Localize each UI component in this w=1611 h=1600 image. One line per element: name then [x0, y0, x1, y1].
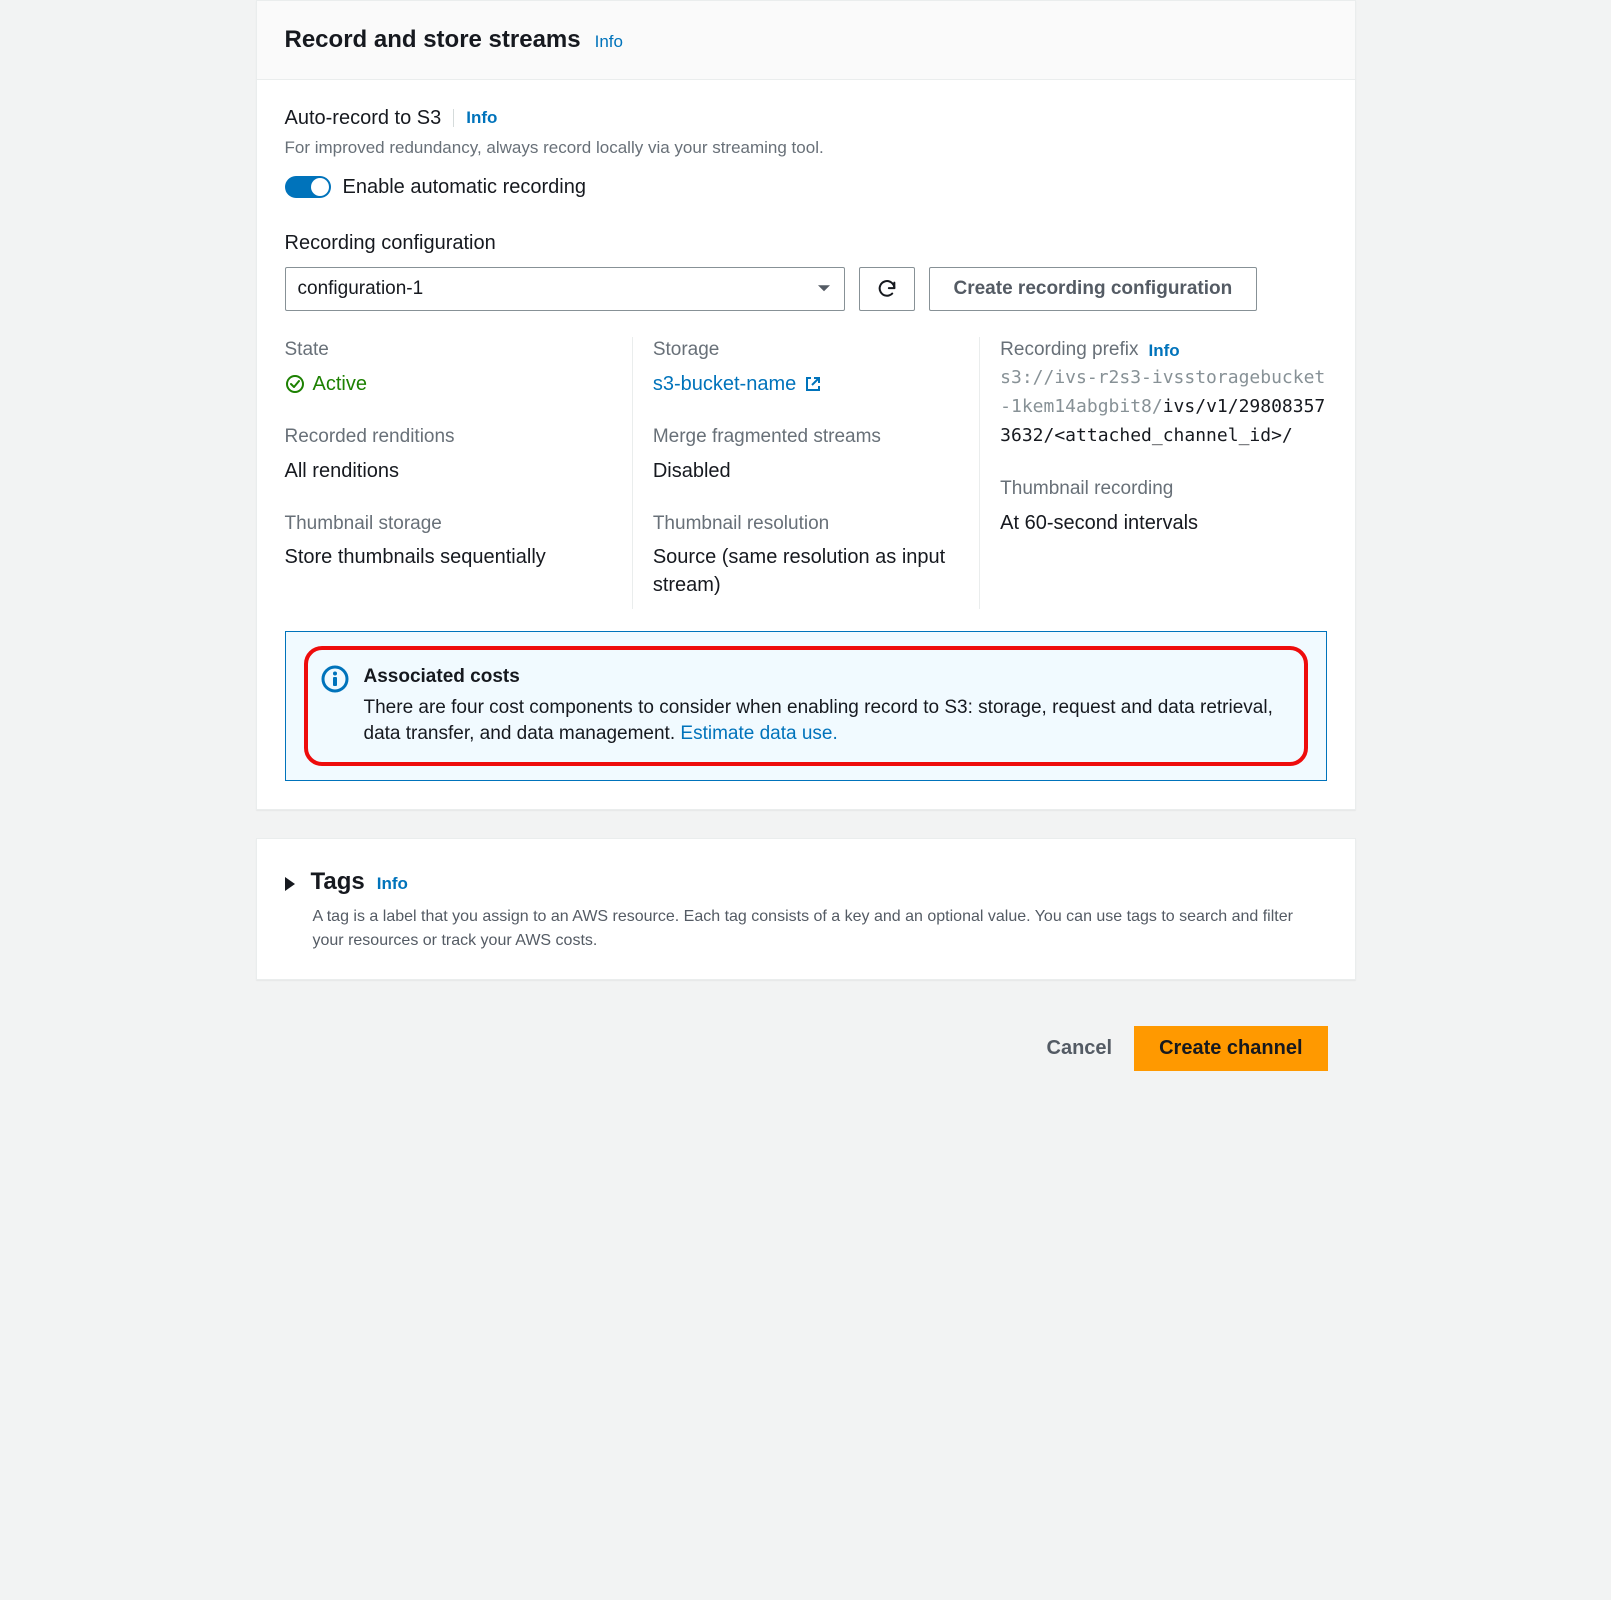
external-link-icon [804, 375, 822, 393]
prefix-info-link[interactable]: Info [1149, 339, 1180, 363]
record-streams-panel: Record and store streams Info Auto-recor… [256, 0, 1356, 810]
enable-recording-toggle-label: Enable automatic recording [343, 173, 586, 201]
tags-panel: Tags Info A tag is a label that you assi… [256, 838, 1356, 980]
auto-record-description: For improved redundancy, always record l… [285, 136, 1327, 160]
page-footer: Cancel Create channel [256, 1008, 1356, 1075]
panel-info-link[interactable]: Info [595, 30, 623, 54]
info-box-title: Associated costs [364, 664, 1290, 691]
enable-recording-toggle[interactable] [285, 176, 331, 198]
refresh-icon [876, 278, 898, 300]
thumb-storage-value: Store thumbnails sequentially [285, 543, 612, 571]
tags-title: Tags [311, 865, 365, 899]
recording-config-select[interactable]: configuration-1 [285, 267, 845, 311]
thumb-res-label: Thumbnail resolution [653, 511, 959, 538]
cancel-button[interactable]: Cancel [1047, 1037, 1113, 1060]
thumb-recording-label: Thumbnail recording [1000, 476, 1326, 503]
merge-label: Merge fragmented streams [653, 424, 959, 451]
tags-info-link[interactable]: Info [377, 872, 408, 896]
tags-expand-toggle[interactable]: Tags Info [285, 865, 1327, 899]
associated-costs-info-box: Associated costs There are four cost com… [285, 631, 1327, 781]
state-label: State [285, 337, 612, 364]
storage-label: Storage [653, 337, 959, 364]
create-recording-config-button[interactable]: Create recording configuration [929, 267, 1258, 311]
refresh-button[interactable] [859, 267, 915, 311]
create-channel-button[interactable]: Create channel [1134, 1026, 1327, 1071]
panel-title: Record and store streams [285, 23, 581, 57]
caret-right-icon [285, 877, 295, 891]
estimate-data-use-link[interactable]: Estimate data use. [680, 723, 837, 744]
state-value: Active [285, 370, 612, 398]
info-box-text: There are four cost components to consid… [364, 695, 1290, 748]
prefix-value: s3://ivs-r2s3-ivsstoragebucket-1kem14abg… [1000, 364, 1326, 450]
check-circle-icon [285, 374, 305, 394]
panel-header: Record and store streams Info [257, 1, 1355, 80]
recording-config-label: Recording configuration [285, 229, 1327, 257]
tags-description: A tag is a label that you assign to an A… [313, 905, 1327, 953]
prefix-label: Recording prefix [1000, 337, 1138, 364]
merge-value: Disabled [653, 457, 959, 485]
renditions-label: Recorded renditions [285, 424, 612, 451]
thumb-res-value: Source (same resolution as input stream) [653, 543, 959, 599]
renditions-value: All renditions [285, 457, 612, 485]
thumb-recording-value: At 60-second intervals [1000, 509, 1326, 537]
storage-link[interactable]: s3-bucket-name [653, 370, 822, 398]
recording-config-selected: configuration-1 [298, 276, 424, 303]
divider [453, 109, 454, 127]
info-icon [320, 664, 350, 694]
auto-record-title: Auto-record to S3 [285, 104, 442, 132]
thumb-storage-label: Thumbnail storage [285, 511, 612, 538]
auto-record-info-link[interactable]: Info [466, 106, 497, 130]
